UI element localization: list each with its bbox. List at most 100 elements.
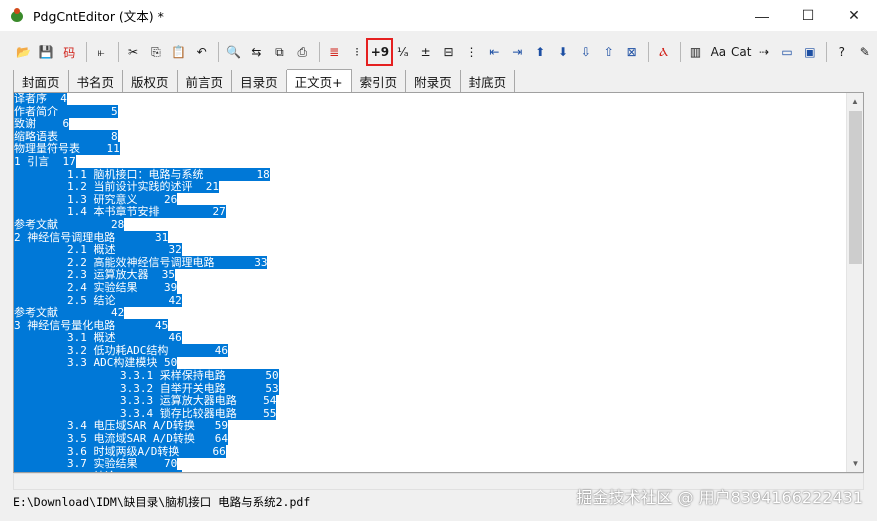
editor-line: 1 引言 17	[14, 154, 279, 169]
editor-line: 1.2 当前设计实践的述评 21	[14, 180, 279, 194]
tab-7[interactable]: 索引页	[352, 70, 407, 92]
line-text: 2.5 结论 42	[14, 293, 182, 307]
open-folder-icon[interactable]: 📂	[13, 41, 34, 63]
editor-line: 3.7 实验结果 70	[14, 457, 279, 471]
find-icon[interactable]: 🔍	[223, 41, 244, 63]
toolbar-separator	[85, 42, 87, 62]
line-text: 1.2 当前设计实践的述评 21	[14, 180, 219, 194]
status-file-path: E:\Download\IDM\缺目录\脑机接口 电路与系统2.pdf	[13, 495, 311, 509]
tab-3[interactable]: 版权页	[123, 70, 178, 92]
line-text: 致谢 6	[14, 117, 70, 131]
line-text: 3.1 概述 46	[14, 331, 182, 345]
pdf-icon[interactable]: Ⲁ	[653, 41, 674, 63]
window-title: PdgCntEditor (文本) *	[33, 9, 164, 24]
app-icon	[9, 7, 25, 24]
toolbar-separator	[117, 42, 119, 62]
add-page-offset-icon[interactable]: +9	[366, 38, 394, 66]
line-text: 3.5 电流域SAR A/D转换 64	[14, 432, 228, 446]
watermark: 掘金技术社区 @ 用户8394166222431	[576, 488, 863, 507]
tab-6[interactable]: 正文页+	[286, 69, 352, 92]
editor-line: 2.1 概述 32	[14, 243, 279, 257]
minimize-button[interactable]: —	[739, 0, 785, 31]
scroll-down-icon[interactable]: ▼	[847, 455, 863, 472]
editor-line: 参考文献 42	[14, 306, 279, 320]
tab-4[interactable]: 前言页	[178, 70, 233, 92]
line-text: 3.3.1 采样保持电路 50	[14, 369, 279, 383]
page-number-icon[interactable]: ¹⁄ₐ	[392, 41, 413, 63]
indent-icon[interactable]: ⫦	[91, 41, 112, 63]
indent-right-icon[interactable]: ⇥	[507, 41, 528, 63]
toolbar: 📂 💾 码 ⫦ ✂ ⎘ 📋 ↶ 🔍 ⇆ ⧉ ⎙ ≣ ⁝ +9 ¹⁄ₐ ± ⊟ ⋮ ⇤ ⇥ ⬆ ⬇ ⇩ ⇧ ⊠ Ⲁ ▥ Aa Cat ⇢ ▭ ▣?…	[0, 36, 877, 68]
line-text: 3.2 低功耗ADC结构 46	[14, 343, 228, 357]
line-text: 3.3.4 锁存比较器电路 55	[14, 406, 277, 420]
merge-icon[interactable]: ⊟	[438, 41, 459, 63]
line-text: 作者简介 5	[14, 104, 118, 118]
editor-line: 3.3.1 采样保持电路 50	[14, 369, 279, 383]
align-list-icon[interactable]: ⁝	[347, 41, 368, 63]
export-icon[interactable]: ▣	[800, 41, 821, 63]
toolbar-separator	[648, 42, 650, 62]
replace-icon[interactable]: ⇆	[246, 41, 267, 63]
line-text: 2 神经信号调理电路 31	[14, 230, 169, 244]
line-text: 2.2 高能效神经信号调理电路 33	[14, 255, 268, 269]
encoding-icon[interactable]: 码	[59, 41, 80, 63]
editor-line: 致谢 6	[14, 117, 279, 131]
tab-2[interactable]: 书名页	[69, 70, 124, 92]
line-text: 2.1 概述 32	[14, 243, 182, 257]
window-icon[interactable]: ▭	[777, 41, 798, 63]
columns-icon[interactable]: ▥	[685, 41, 706, 63]
paste-icon[interactable]: 📋	[168, 41, 189, 63]
font-icon[interactable]: Aa	[708, 41, 729, 63]
editor-line: 参考文献 28	[14, 217, 279, 232]
page-search-icon[interactable]: ⎙	[292, 41, 313, 63]
move-up-icon[interactable]: ⬆	[530, 41, 551, 63]
title-bar: PdgCntEditor (文本) * — ☐ ✕	[0, 0, 877, 31]
line-text: 缩略语表 8	[14, 129, 118, 143]
editor-line: 2.4 实验结果 39	[14, 280, 279, 295]
undo-icon[interactable]: ↶	[191, 41, 212, 63]
editor-line: 3.1 概述 46	[14, 331, 279, 345]
line-text: 1.3 研究意义 26	[14, 192, 178, 206]
goto-icon[interactable]: ⇢	[754, 41, 775, 63]
line-text: 物理量符号表 11	[14, 142, 120, 156]
editor-lines: 译者序 4 作者简介 5 致谢 6 缩略语表 8 物理量符号表 11 1 引言 17 1.…	[14, 93, 279, 472]
tab-1[interactable]: 封面页	[13, 70, 69, 92]
move-down-icon[interactable]: ⬇	[553, 41, 574, 63]
promote-icon[interactable]: ⇧	[598, 41, 619, 63]
vertical-scrollbar[interactable]: ▲ ▼	[846, 93, 863, 472]
scroll-thumb[interactable]	[849, 111, 862, 264]
line-text: 3.3 ADC构建模块 50	[14, 356, 178, 370]
level-icon[interactable]: ⇩	[575, 41, 596, 63]
catalog-icon[interactable]: Cat	[731, 41, 752, 63]
line-text: 1 引言 17	[14, 154, 76, 168]
maximize-button[interactable]: ☐	[785, 0, 831, 31]
outdent-icon[interactable]: ⇤	[484, 41, 505, 63]
editor-line: 译者序 4	[14, 93, 279, 106]
copy-icon[interactable]: ⎘	[145, 41, 166, 63]
page-copy-icon[interactable]: ⧉	[269, 41, 290, 63]
list-icon[interactable]: ⋮	[461, 41, 482, 63]
scroll-up-icon[interactable]: ▲	[847, 93, 863, 110]
tab-8[interactable]: 附录页	[406, 70, 461, 92]
hint-icon[interactable]: ✎	[854, 41, 875, 63]
close-button[interactable]: ✕	[831, 0, 877, 31]
line-text: 3.3.3 运算放大器电路 54	[14, 394, 277, 408]
line-text: 3.7 实验结果 70	[14, 457, 178, 471]
plus-minus-icon[interactable]: ±	[415, 41, 436, 63]
tab-5[interactable]: 目录页	[232, 70, 287, 92]
help-icon[interactable]: ?	[831, 41, 852, 63]
text-editor[interactable]: 译者序 4 作者简介 5 致谢 6 缩略语表 8 物理量符号表 11 1 引言 17 1.…	[13, 92, 864, 473]
save-icon[interactable]: 💾	[36, 41, 57, 63]
line-text: 参考文献 42	[14, 306, 125, 320]
toolbar-separator	[318, 42, 320, 62]
fit-icon[interactable]: ⊠	[621, 41, 642, 63]
line-text: 参考文献 28	[14, 217, 125, 231]
line-text: 译者序 4	[14, 92, 67, 105]
tab-9[interactable]: 封底页	[461, 70, 516, 92]
line-text: 2.3 运算放大器 35	[14, 268, 175, 282]
align-left-icon[interactable]: ≣	[324, 41, 345, 63]
page-type-tabs: 封面页 书名页 版权页 前言页 目录页 正文页+ 索引页 附录页 封底页	[13, 69, 516, 92]
toolbar-separator	[826, 42, 828, 62]
cut-icon[interactable]: ✂	[123, 41, 144, 63]
window-controls: — ☐ ✕	[739, 0, 877, 31]
